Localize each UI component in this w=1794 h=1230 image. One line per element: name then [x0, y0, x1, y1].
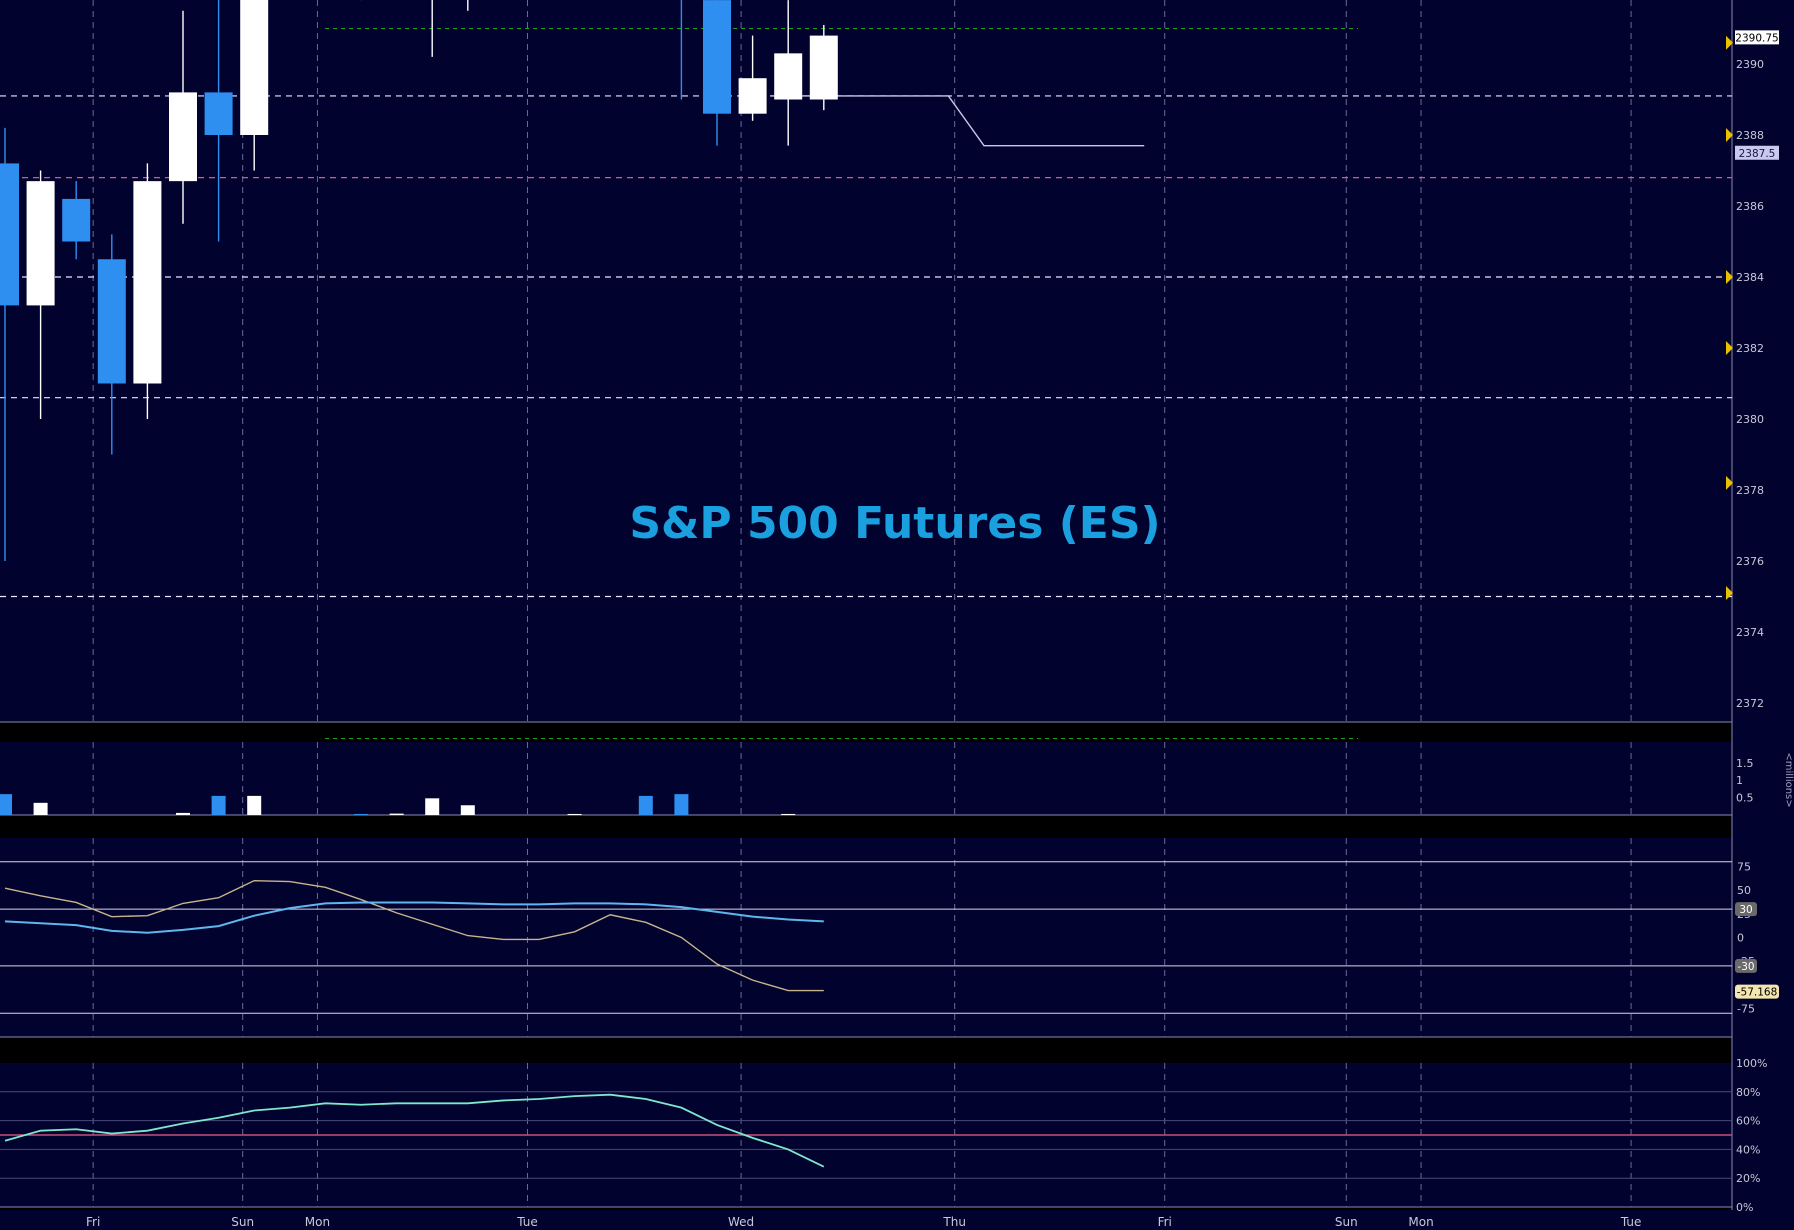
pct-tick-label: 20% — [1736, 1172, 1760, 1185]
candle-body — [204, 92, 233, 135]
price-tick-label: 2382 — [1736, 342, 1764, 355]
day-label: Thu — [942, 1215, 966, 1229]
candle-body — [703, 0, 731, 114]
price-tick-label: 2380 — [1736, 413, 1764, 426]
volume-bar — [460, 805, 475, 815]
volume-bar — [247, 795, 262, 815]
volume-bar — [781, 813, 796, 815]
volume-bar — [176, 812, 190, 815]
price-tick-label: 2378 — [1736, 484, 1764, 497]
stoch-tick-label: -75 — [1737, 1003, 1755, 1016]
candle-body — [133, 181, 162, 384]
candle-body — [62, 198, 91, 242]
price-tick-label: 2386 — [1736, 200, 1764, 213]
chart-title: S&P 500 Futures (ES) — [629, 498, 1160, 549]
price-tick-label: 2388 — [1736, 129, 1764, 142]
volume-bar — [425, 798, 440, 815]
volume-tick-label: 1 — [1736, 774, 1743, 787]
day-label: Fri — [1158, 1215, 1172, 1229]
price-tick-label: 2372 — [1736, 697, 1764, 710]
stoch-tick-label: 0 — [1737, 932, 1744, 945]
candle-body — [97, 259, 126, 384]
day-label: Tue — [516, 1215, 538, 1229]
day-label: Mon — [1408, 1215, 1433, 1229]
stoch-tick-label: 50 — [1737, 884, 1751, 897]
stoch-value-label: 30 — [1739, 904, 1752, 916]
day-label: Mon — [305, 1215, 330, 1229]
volume-bar — [638, 795, 653, 815]
pct-tick-label: 0% — [1736, 1201, 1753, 1214]
axis-bg — [1732, 0, 1794, 1230]
day-label: Sun — [231, 1215, 254, 1229]
candle-body — [809, 35, 838, 100]
pct-tick-label: 80% — [1736, 1086, 1760, 1099]
candle-body — [774, 53, 803, 100]
stoch-value-label: -57.168 — [1737, 987, 1778, 999]
day-label: Tue — [1620, 1215, 1642, 1229]
price-tick-label: 2376 — [1736, 555, 1764, 568]
volume-bar — [33, 802, 48, 815]
price-tick-label: 2374 — [1736, 626, 1764, 639]
volume-bar — [389, 813, 404, 815]
pct-tick-label: 100% — [1736, 1057, 1767, 1070]
timeaxis-bg — [0, 1210, 1794, 1230]
stoch-tick-label: 75 — [1737, 860, 1751, 873]
price-label-text: 2387.5 — [1739, 148, 1776, 160]
day-label: Fri — [86, 1215, 100, 1229]
chart-stage: Hi: 2403.75 2372237423762378238023822384… — [0, 0, 1794, 1230]
pct-tick-label: 60% — [1736, 1115, 1760, 1128]
volume-tick-label: 0.5 — [1736, 792, 1754, 805]
volume-bar — [0, 794, 12, 815]
volume-bar — [567, 813, 582, 815]
panel-bg-2 — [0, 838, 1732, 1037]
candle-body — [169, 92, 197, 182]
day-label: Wed — [728, 1215, 754, 1229]
volume-tick-label: 1.5 — [1736, 757, 1754, 770]
price-label-text: 2390.75 — [1735, 32, 1778, 44]
candle-body — [240, 0, 269, 135]
candle-body — [738, 78, 767, 114]
volume-bar — [354, 813, 368, 815]
price-tick-label: 2384 — [1736, 271, 1764, 284]
volume-axis-label: <millions> — [1783, 752, 1794, 807]
candle-body — [0, 163, 19, 306]
price-tick-label: 2390 — [1736, 58, 1764, 71]
volume-bar — [674, 794, 689, 815]
pct-tick-label: 40% — [1736, 1143, 1760, 1156]
candle-body — [26, 181, 55, 306]
stoch-value-label: -30 — [1737, 961, 1754, 973]
volume-bar — [211, 795, 226, 815]
day-label: Sun — [1335, 1215, 1358, 1229]
